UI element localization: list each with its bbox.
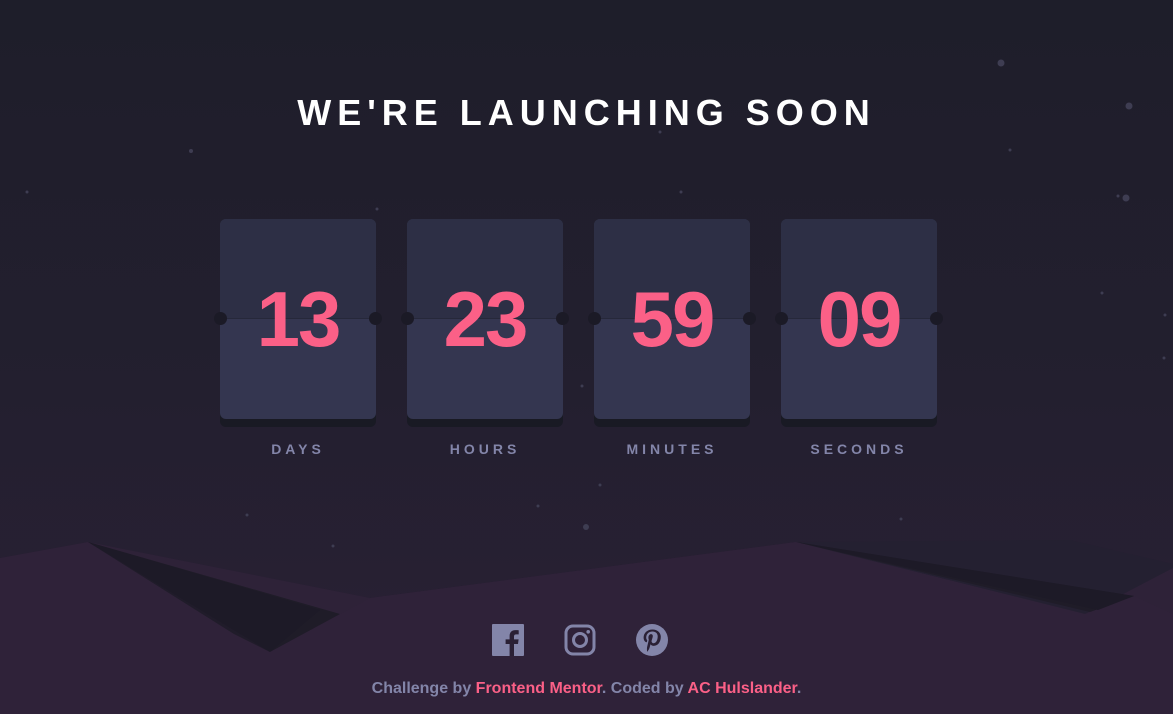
- social-links: [492, 624, 668, 656]
- card-notch-right: [930, 312, 943, 325]
- flip-card-hours: 23: [401, 219, 569, 419]
- instagram-link[interactable]: [564, 624, 596, 656]
- hours-value: 23: [443, 274, 529, 363]
- days-label: DAYS: [271, 441, 325, 457]
- author-link[interactable]: AC Hulslander: [688, 680, 797, 697]
- countdown-days: 13 DAYS: [214, 219, 382, 457]
- card-notch-right: [556, 312, 569, 325]
- footer-prefix: Challenge by: [371, 680, 472, 697]
- card-notch-left: [588, 312, 601, 325]
- countdown-seconds: 09 SECONDS: [775, 219, 943, 457]
- flip-card-days: 13: [214, 219, 382, 419]
- hours-label: HOURS: [449, 441, 521, 457]
- card-notch-right: [369, 312, 382, 325]
- card-notch-left: [401, 312, 414, 325]
- days-value: 13: [256, 274, 342, 363]
- seconds-label: SECONDS: [810, 441, 908, 457]
- pinterest-icon: [636, 624, 668, 656]
- facebook-link[interactable]: [492, 624, 524, 656]
- seconds-value: 09: [817, 274, 903, 363]
- countdown-hours: 23 HOURS: [401, 219, 569, 457]
- card-notch-right: [743, 312, 756, 325]
- pinterest-link[interactable]: [636, 624, 668, 656]
- flip-card-minutes: 59: [588, 219, 756, 419]
- countdown-minutes: 59 MINUTES: [588, 219, 756, 457]
- flip-card-seconds: 09: [775, 219, 943, 419]
- card-notch-left: [775, 312, 788, 325]
- facebook-icon: [492, 624, 524, 656]
- footer-suffix: .: [796, 680, 802, 697]
- footer-middle: . Coded by: [601, 680, 684, 697]
- minutes-label: MINUTES: [626, 441, 718, 457]
- frontend-mentor-link[interactable]: Frontend Mentor: [476, 680, 602, 697]
- instagram-icon: [564, 624, 596, 656]
- attribution-footer: Challenge by Frontend Mentor. Coded by A…: [0, 680, 1173, 698]
- card-notch-left: [214, 312, 227, 325]
- page-title: WE'RE LAUNCHING SOON: [297, 92, 876, 133]
- countdown-timer: 13 DAYS 23 HOURS 59 MINUTES 09 SECONDS: [214, 219, 943, 457]
- minutes-value: 59: [630, 274, 716, 363]
